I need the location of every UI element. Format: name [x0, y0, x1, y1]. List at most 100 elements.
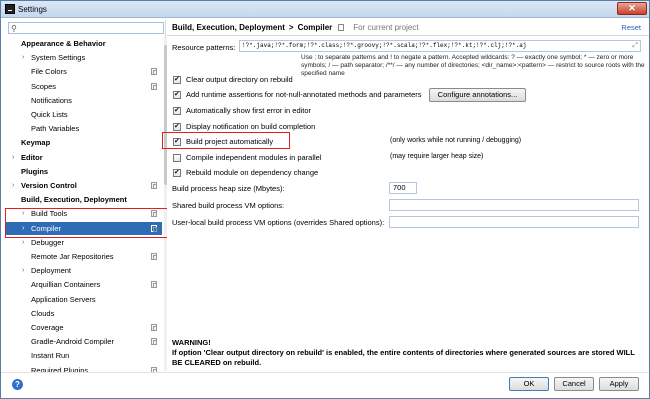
option-checkbox[interactable]: [173, 74, 181, 85]
sidebar-item[interactable]: Application Servers: [6, 293, 162, 306]
option-note: (only works while not running / debuggin…: [390, 137, 522, 144]
sidebar-item-label: Version Control: [21, 181, 77, 190]
help-icon[interactable]: ?: [12, 379, 23, 390]
compiler-settings-panel: Build, Execution, Deployment > Compiler For…: [167, 19, 649, 371]
sidebar-item[interactable]: › System Settings: [6, 51, 162, 64]
search-input[interactable]: [21, 24, 159, 33]
option-label: Compile independent modules in parallel: [186, 153, 322, 162]
project-level-icon: [151, 338, 157, 346]
user-vm-options-field[interactable]: [389, 216, 639, 228]
sidebar-item[interactable]: › Editor: [6, 151, 162, 164]
compiler-highlight-box: [5, 208, 169, 238]
warning-message: WARNING! If option 'Clear output directo…: [172, 338, 642, 368]
sidebar-item-label: Instant Run: [31, 351, 70, 361]
sidebar-item-label: Clouds: [31, 308, 55, 318]
sidebar-item[interactable]: Arquillian Containers: [6, 278, 162, 291]
project-scope-icon: [338, 24, 345, 31]
option-label: Clear output directory on rebuild: [186, 75, 293, 84]
heap-size-field[interactable]: 700: [389, 182, 417, 194]
sidebar-item[interactable]: › Deployment: [6, 264, 162, 277]
breadcrumb: Build, Execution, Deployment > Compiler For…: [172, 23, 419, 32]
project-level-icon: [151, 281, 157, 289]
window-title: Settings: [18, 5, 47, 14]
sidebar-item[interactable]: › Version Control: [6, 179, 162, 192]
project-level-icon: [151, 253, 157, 260]
sidebar-item-label: Deployment: [31, 266, 72, 276]
header-divider: [167, 35, 649, 36]
sidebar-item-label: Remote Jar Repositories: [31, 252, 114, 261]
sidebar-item[interactable]: Quick Lists: [6, 108, 162, 121]
project-level-icon: [151, 182, 157, 189]
sidebar-item[interactable]: Path Variables: [6, 122, 162, 135]
resource-patterns-input[interactable]: !?*.java;!?*.form;!?*.class;!?*.groovy;!…: [239, 40, 641, 52]
cancel-button[interactable]: Cancel: [554, 377, 594, 391]
warning-text: If option 'Clear output directory on reb…: [172, 348, 635, 367]
sidebar-item-label: System Settings: [31, 53, 86, 63]
sidebar-item[interactable]: Instant Run: [6, 349, 162, 362]
search-icon: ⚲: [11, 24, 17, 33]
settings-sidebar: ⚲ Appearance & Behavior › System Settings F…: [6, 20, 169, 375]
sidebar-item[interactable]: Appearance & Behavior: [6, 37, 162, 50]
option-checkbox[interactable]: [173, 154, 181, 162]
sidebar-item[interactable]: Gradle-Android Compiler: [6, 335, 162, 348]
option-label: Automatically show first error in editor: [186, 106, 312, 115]
project-level-icon: [151, 324, 157, 331]
apply-button[interactable]: Apply: [599, 377, 639, 391]
sidebar-item-label: Coverage: [31, 323, 64, 332]
option-note: (may require larger heap size): [390, 153, 484, 160]
sidebar-item-label: Build, Execution, Deployment: [21, 195, 127, 205]
shared-vm-options-field[interactable]: [389, 199, 639, 211]
chevron-right-icon[interactable]: ›: [22, 264, 24, 277]
ok-button[interactable]: OK: [509, 377, 549, 391]
sidebar-item-label: Scopes: [31, 81, 57, 91]
sidebar-item[interactable]: Scopes: [6, 80, 162, 93]
resource-patterns-value: !?*.java;!?*.form;!?*.class;!?*.groovy;!…: [242, 42, 527, 49]
sidebar-item[interactable]: Plugins: [6, 165, 162, 178]
option-checkbox[interactable]: [173, 121, 181, 132]
breadcrumb-section[interactable]: Build, Execution, Deployment: [172, 23, 285, 32]
chevron-right-icon[interactable]: ›: [12, 151, 14, 164]
title-bar: Settings ✕: [1, 1, 649, 18]
sidebar-item[interactable]: Coverage: [6, 321, 162, 334]
sidebar-item-label: File Colors: [31, 67, 67, 77]
breadcrumb-scope: For current project: [353, 23, 419, 32]
resource-patterns-label: Resource patterns:: [172, 43, 236, 52]
heap-size-label: Build process heap size (Mbytes):: [172, 184, 285, 193]
project-level-icon: [151, 68, 157, 76]
option-label: Display notification on build completion: [186, 122, 316, 131]
sidebar-item[interactable]: File Colors: [6, 65, 162, 78]
search-box[interactable]: ⚲: [8, 22, 164, 34]
dialog-footer: ? OK Cancel Apply: [1, 372, 649, 398]
option-label: Rebuild module on dependency change: [186, 168, 319, 177]
sidebar-item[interactable]: Keymap: [6, 136, 162, 149]
option-checkbox[interactable]: [173, 89, 181, 100]
option-checkbox[interactable]: [173, 105, 181, 116]
chevron-right-icon[interactable]: ›: [12, 179, 14, 192]
sidebar-item[interactable]: Clouds: [6, 307, 162, 320]
expand-field-icon[interactable]: ⤢: [632, 41, 638, 51]
option-checkbox[interactable]: [173, 167, 181, 178]
reset-link[interactable]: Reset: [621, 23, 641, 32]
sidebar-item-label: Notifications: [31, 95, 72, 105]
sidebar-item[interactable]: Remote Jar Repositories: [6, 250, 162, 263]
sidebar-item-label: Editor: [21, 152, 43, 162]
sidebar-item[interactable]: Build, Execution, Deployment: [6, 193, 162, 206]
build-automatically-highlight-box: [162, 132, 290, 149]
sidebar-item-label: Keymap: [21, 138, 51, 148]
user-vm-options-label: User-local build process VM options (ove…: [172, 218, 385, 227]
sidebar-item-label: Gradle-Android Compiler: [31, 337, 114, 347]
sidebar-item-label: Plugins: [21, 166, 49, 176]
sidebar-item[interactable]: Notifications: [6, 94, 162, 107]
option-label: Add runtime assertions for not-null-anno…: [186, 90, 422, 99]
chevron-right-icon[interactable]: ›: [22, 51, 24, 64]
breadcrumb-page: Compiler: [297, 23, 333, 32]
sidebar-item-label: Arquillian Containers: [31, 280, 101, 290]
resource-patterns-hint: Use ; to separate patterns and ! to nega…: [301, 54, 645, 77]
project-level-icon: [151, 82, 157, 90]
breadcrumb-separator: >: [288, 23, 294, 32]
shared-vm-options-label: Shared build process VM options:: [172, 201, 285, 210]
sidebar-item-label: Path Variables: [31, 124, 80, 134]
sidebar-item-label: Appearance & Behavior: [21, 39, 106, 48]
configure-annotations-button[interactable]: Configure annotations...: [429, 88, 526, 102]
close-button[interactable]: ✕: [617, 2, 647, 15]
